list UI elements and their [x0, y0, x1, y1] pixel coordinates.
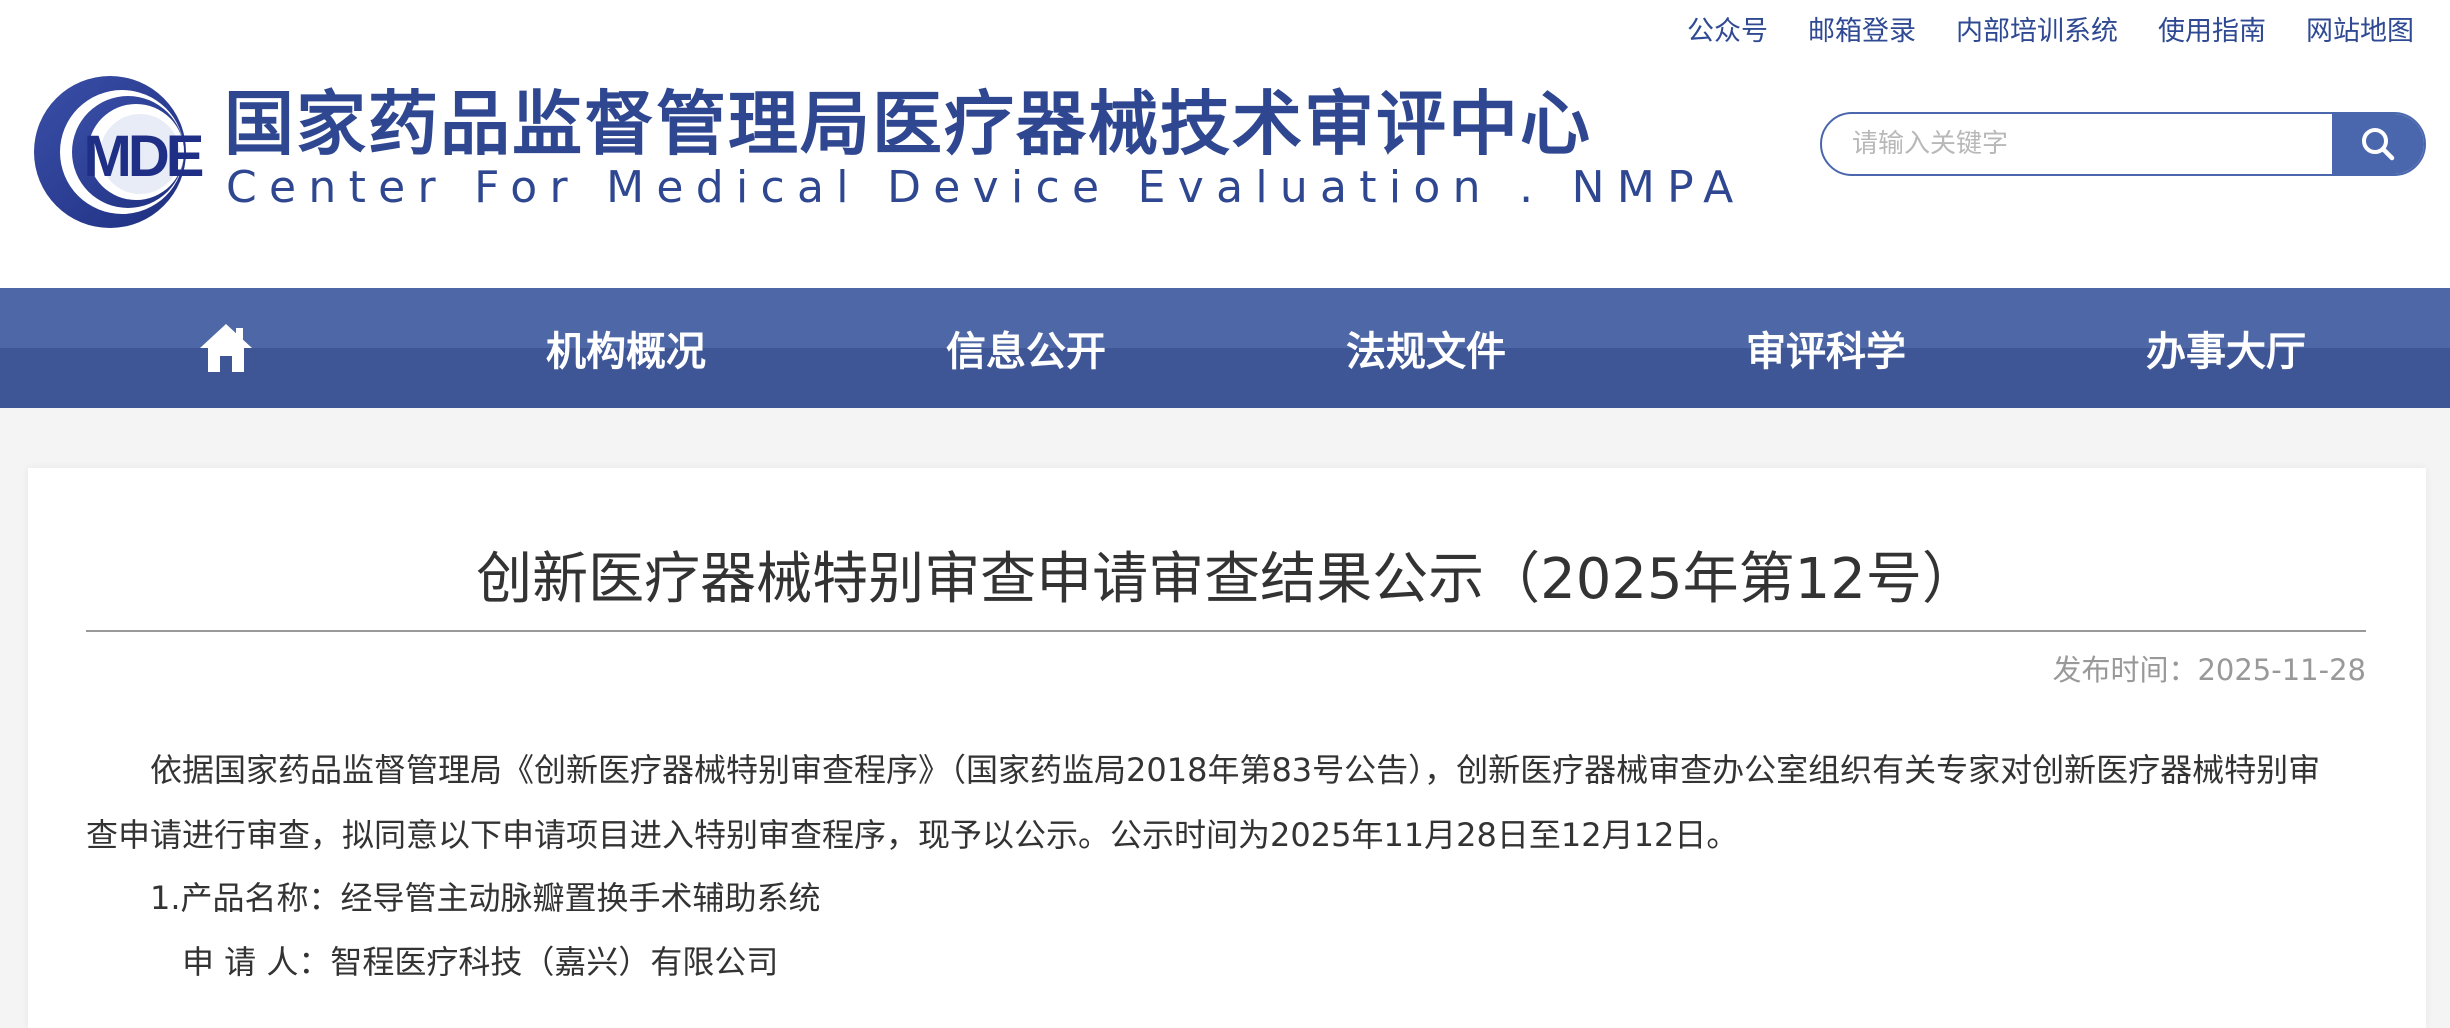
search-box [1820, 112, 2426, 176]
home-icon [200, 324, 252, 372]
top-links: 公众号 邮箱登录 内部培训系统 使用指南 网站地图 [1647, 14, 2414, 50]
nav-item-review-science[interactable]: 审评科学 [1696, 288, 1956, 408]
top-link-mail-login[interactable]: 邮箱登录 [1808, 14, 1916, 50]
top-link-internal-training[interactable]: 内部培训系统 [1956, 14, 2118, 50]
top-link-guide[interactable]: 使用指南 [2158, 14, 2266, 50]
site-logo[interactable]: MDE [30, 72, 210, 232]
item-1-applicant: 申 请 人：智程医疗科技（嘉兴）有限公司 [182, 943, 779, 981]
publish-date: 2025-11-28 [2197, 653, 2366, 687]
search-icon [2362, 128, 2395, 161]
nav-item-regulations[interactable]: 法规文件 [1296, 288, 1556, 408]
main-nav: 机构概况 信息公开 法规文件 审评科学 办事大厅 [0, 288, 2450, 408]
nav-item-info[interactable]: 信息公开 [896, 288, 1156, 408]
search-button[interactable] [2332, 114, 2424, 174]
top-link-wechat[interactable]: 公众号 [1687, 14, 1768, 50]
item-1-product-name: 1.产品名称：经导管主动脉瓣置换手术辅助系统 [150, 879, 821, 917]
nav-home[interactable] [96, 288, 356, 408]
mde-logo-icon: MDE [34, 76, 207, 228]
article-paragraph-1-line-1: 依据国家药品监督管理局《创新医疗器械特别审查程序》（国家药监局2018年第83号… [86, 748, 2386, 792]
nav-item-about[interactable]: 机构概况 [496, 288, 756, 408]
search-input[interactable] [1822, 114, 2332, 174]
title-divider [86, 630, 2366, 632]
publish-label: 发布时间： [2052, 653, 2198, 687]
site-title-en: Center For Medical Device Evaluation . N… [226, 162, 1746, 213]
top-link-sitemap[interactable]: 网站地图 [2306, 14, 2414, 50]
logo-text: MDE [84, 124, 203, 189]
site-header: 公众号 邮箱登录 内部培训系统 使用指南 网站地图 MDE 国家药品监督管理局医… [0, 0, 2450, 288]
paragraph-text: 依据国家药品监督管理局《创新医疗器械特别审查程序》（国家药监局2018年第83号… [150, 751, 2321, 789]
publish-info: 发布时间：2025-11-28 [2052, 650, 2366, 690]
nav-item-service-hall[interactable]: 办事大厅 [2096, 288, 2356, 408]
site-title-cn: 国家药品监督管理局医疗器械技术审评中心 [224, 82, 1592, 165]
article-card: 创新医疗器械特别审查申请审查结果公示（2025年第12号） 发布时间：2025-… [28, 468, 2426, 1028]
article-title: 创新医疗器械特别审查申请审查结果公示（2025年第12号） [476, 547, 1978, 612]
article-paragraph-1-line-2: 查申请进行审查，拟同意以下申请项目进入特别审查程序，现予以公示。公示时间为202… [86, 816, 1739, 854]
